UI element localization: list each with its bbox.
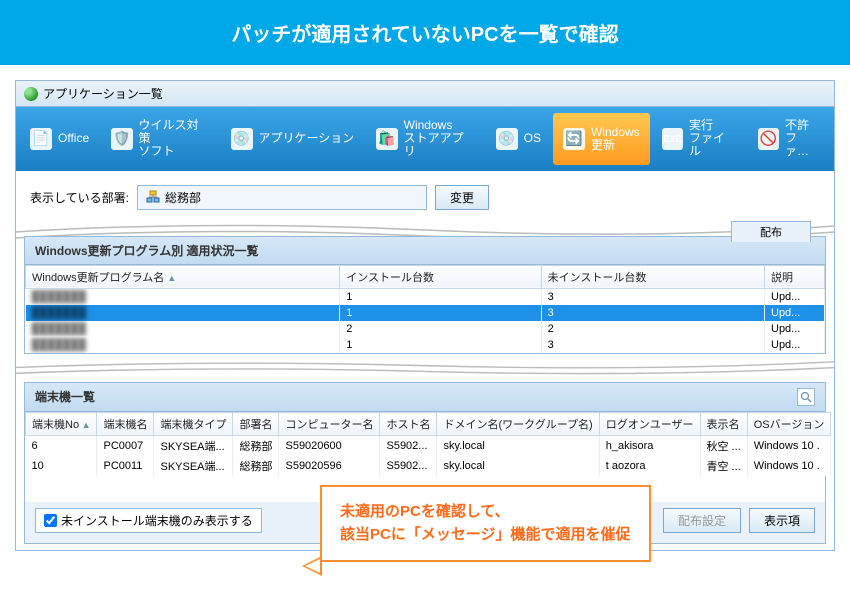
col-installed[interactable]: インストール台数 bbox=[340, 265, 541, 288]
tab-winstore[interactable]: 🛍️ Windows ストアアプリ bbox=[366, 113, 483, 165]
update-icon: 🔄 bbox=[563, 128, 585, 150]
update-table: Windows更新プログラム名 ▲ インストール台数 未インストール台数 説明 … bbox=[25, 265, 825, 353]
terminal-table: 端末機No ▲端末機名端末機タイプ部署名コンピューター名ホスト名ドメイン名(ワー… bbox=[25, 412, 831, 476]
distribution-settings-button[interactable]: 配布設定 bbox=[663, 508, 741, 533]
app-window: アプリケーション一覧 📄 Office 🛡️ ウイルス対策 ソフト 💿 アプリケ… bbox=[15, 80, 835, 551]
search-icon bbox=[800, 391, 812, 403]
app-disc-icon: 💿 bbox=[231, 128, 253, 150]
page-banner: パッチが適用されていないPCを一覧で確認 bbox=[0, 0, 850, 65]
sort-asc-icon: ▲ bbox=[167, 273, 176, 283]
exe-icon: EXE bbox=[662, 128, 683, 150]
department-filter-row: 表示している部署: 総務部 変更 bbox=[16, 171, 834, 218]
search-button[interactable] bbox=[797, 388, 815, 406]
callout-tail bbox=[302, 556, 322, 576]
table-row[interactable]: ███████13Upd... bbox=[26, 337, 825, 353]
shield-icon: 🛡️ bbox=[111, 128, 132, 150]
checkbox-input[interactable] bbox=[44, 514, 57, 527]
distribution-tab[interactable]: 配布 bbox=[731, 221, 811, 242]
col-header[interactable]: 部署名 bbox=[233, 412, 279, 435]
tab-blocked[interactable]: 🚫 不許 ファ… bbox=[748, 113, 830, 165]
office-icon: 📄 bbox=[30, 128, 52, 150]
change-dept-button[interactable]: 変更 bbox=[435, 185, 489, 210]
table-row[interactable]: 10PC0011SKYSEA端...総務部S59020596S5902...sk… bbox=[26, 456, 831, 476]
table-row[interactable]: ███████13Upd... bbox=[26, 288, 825, 305]
col-desc[interactable]: 説明 bbox=[765, 265, 825, 288]
tab-os[interactable]: 💿 OS bbox=[486, 113, 551, 165]
table-row[interactable]: 6PC0007SKYSEA端...総務部S59020600S5902...sky… bbox=[26, 435, 831, 456]
update-section-title: Windows更新プログラム別 適用状況一覧 bbox=[25, 237, 825, 265]
annotation-callout: 未適用のPCを確認して、 該当PCに「メッセージ」機能で適用を催促 bbox=[320, 485, 651, 562]
window-title: アプリケーション一覧 bbox=[43, 85, 163, 102]
col-header[interactable]: ログオンユーザー bbox=[599, 412, 700, 435]
col-header[interactable]: 端末機No ▲ bbox=[26, 412, 97, 435]
category-toolbar: 📄 Office 🛡️ ウイルス対策 ソフト 💿 アプリケーション 🛍️ Win… bbox=[16, 107, 834, 171]
tear-line-mid bbox=[15, 356, 835, 376]
dept-value-box: 総務部 bbox=[137, 185, 427, 210]
dept-label: 表示している部署: bbox=[30, 189, 129, 206]
store-icon: 🛍️ bbox=[376, 128, 397, 150]
org-icon bbox=[146, 190, 160, 204]
table-row[interactable]: ███████13Upd... bbox=[26, 305, 825, 321]
blocked-icon: 🚫 bbox=[758, 128, 779, 150]
tab-exec[interactable]: EXE 実行 ファイル bbox=[652, 113, 746, 165]
dept-value: 総務部 bbox=[165, 189, 201, 206]
col-header[interactable]: OSバージョン bbox=[747, 412, 831, 435]
update-list-section: 配布 Windows更新プログラム別 適用状況一覧 Windows更新プログラム… bbox=[24, 236, 826, 354]
col-header[interactable]: 表示名 bbox=[700, 412, 747, 435]
terminal-section-title: 端末機一覧 bbox=[35, 388, 95, 405]
os-disc-icon: 💿 bbox=[496, 128, 518, 150]
col-header[interactable]: ドメイン名(ワークグループ名) bbox=[437, 412, 599, 435]
filter-uninstalled-checkbox[interactable]: 未インストール端末機のみ表示する bbox=[35, 508, 262, 533]
app-icon bbox=[24, 87, 38, 101]
col-update-name[interactable]: Windows更新プログラム名 ▲ bbox=[26, 265, 340, 288]
col-not-installed[interactable]: 未インストール台数 bbox=[541, 265, 764, 288]
tab-application[interactable]: 💿 アプリケーション bbox=[221, 113, 365, 165]
sort-asc-icon: ▲ bbox=[79, 420, 90, 430]
col-header[interactable]: 端末機タイプ bbox=[154, 412, 233, 435]
display-columns-button[interactable]: 表示項 bbox=[749, 508, 815, 533]
col-header[interactable]: コンピューター名 bbox=[279, 412, 380, 435]
col-header[interactable]: ホスト名 bbox=[380, 412, 437, 435]
tab-antivirus[interactable]: 🛡️ ウイルス対策 ソフト bbox=[101, 113, 218, 165]
tab-windows-update[interactable]: 🔄 Windows 更新 bbox=[553, 113, 650, 165]
window-titlebar: アプリケーション一覧 bbox=[16, 81, 834, 107]
table-row[interactable]: ███████22Upd... bbox=[26, 321, 825, 337]
col-header[interactable]: 端末機名 bbox=[97, 412, 154, 435]
tab-office[interactable]: 📄 Office bbox=[20, 113, 99, 165]
